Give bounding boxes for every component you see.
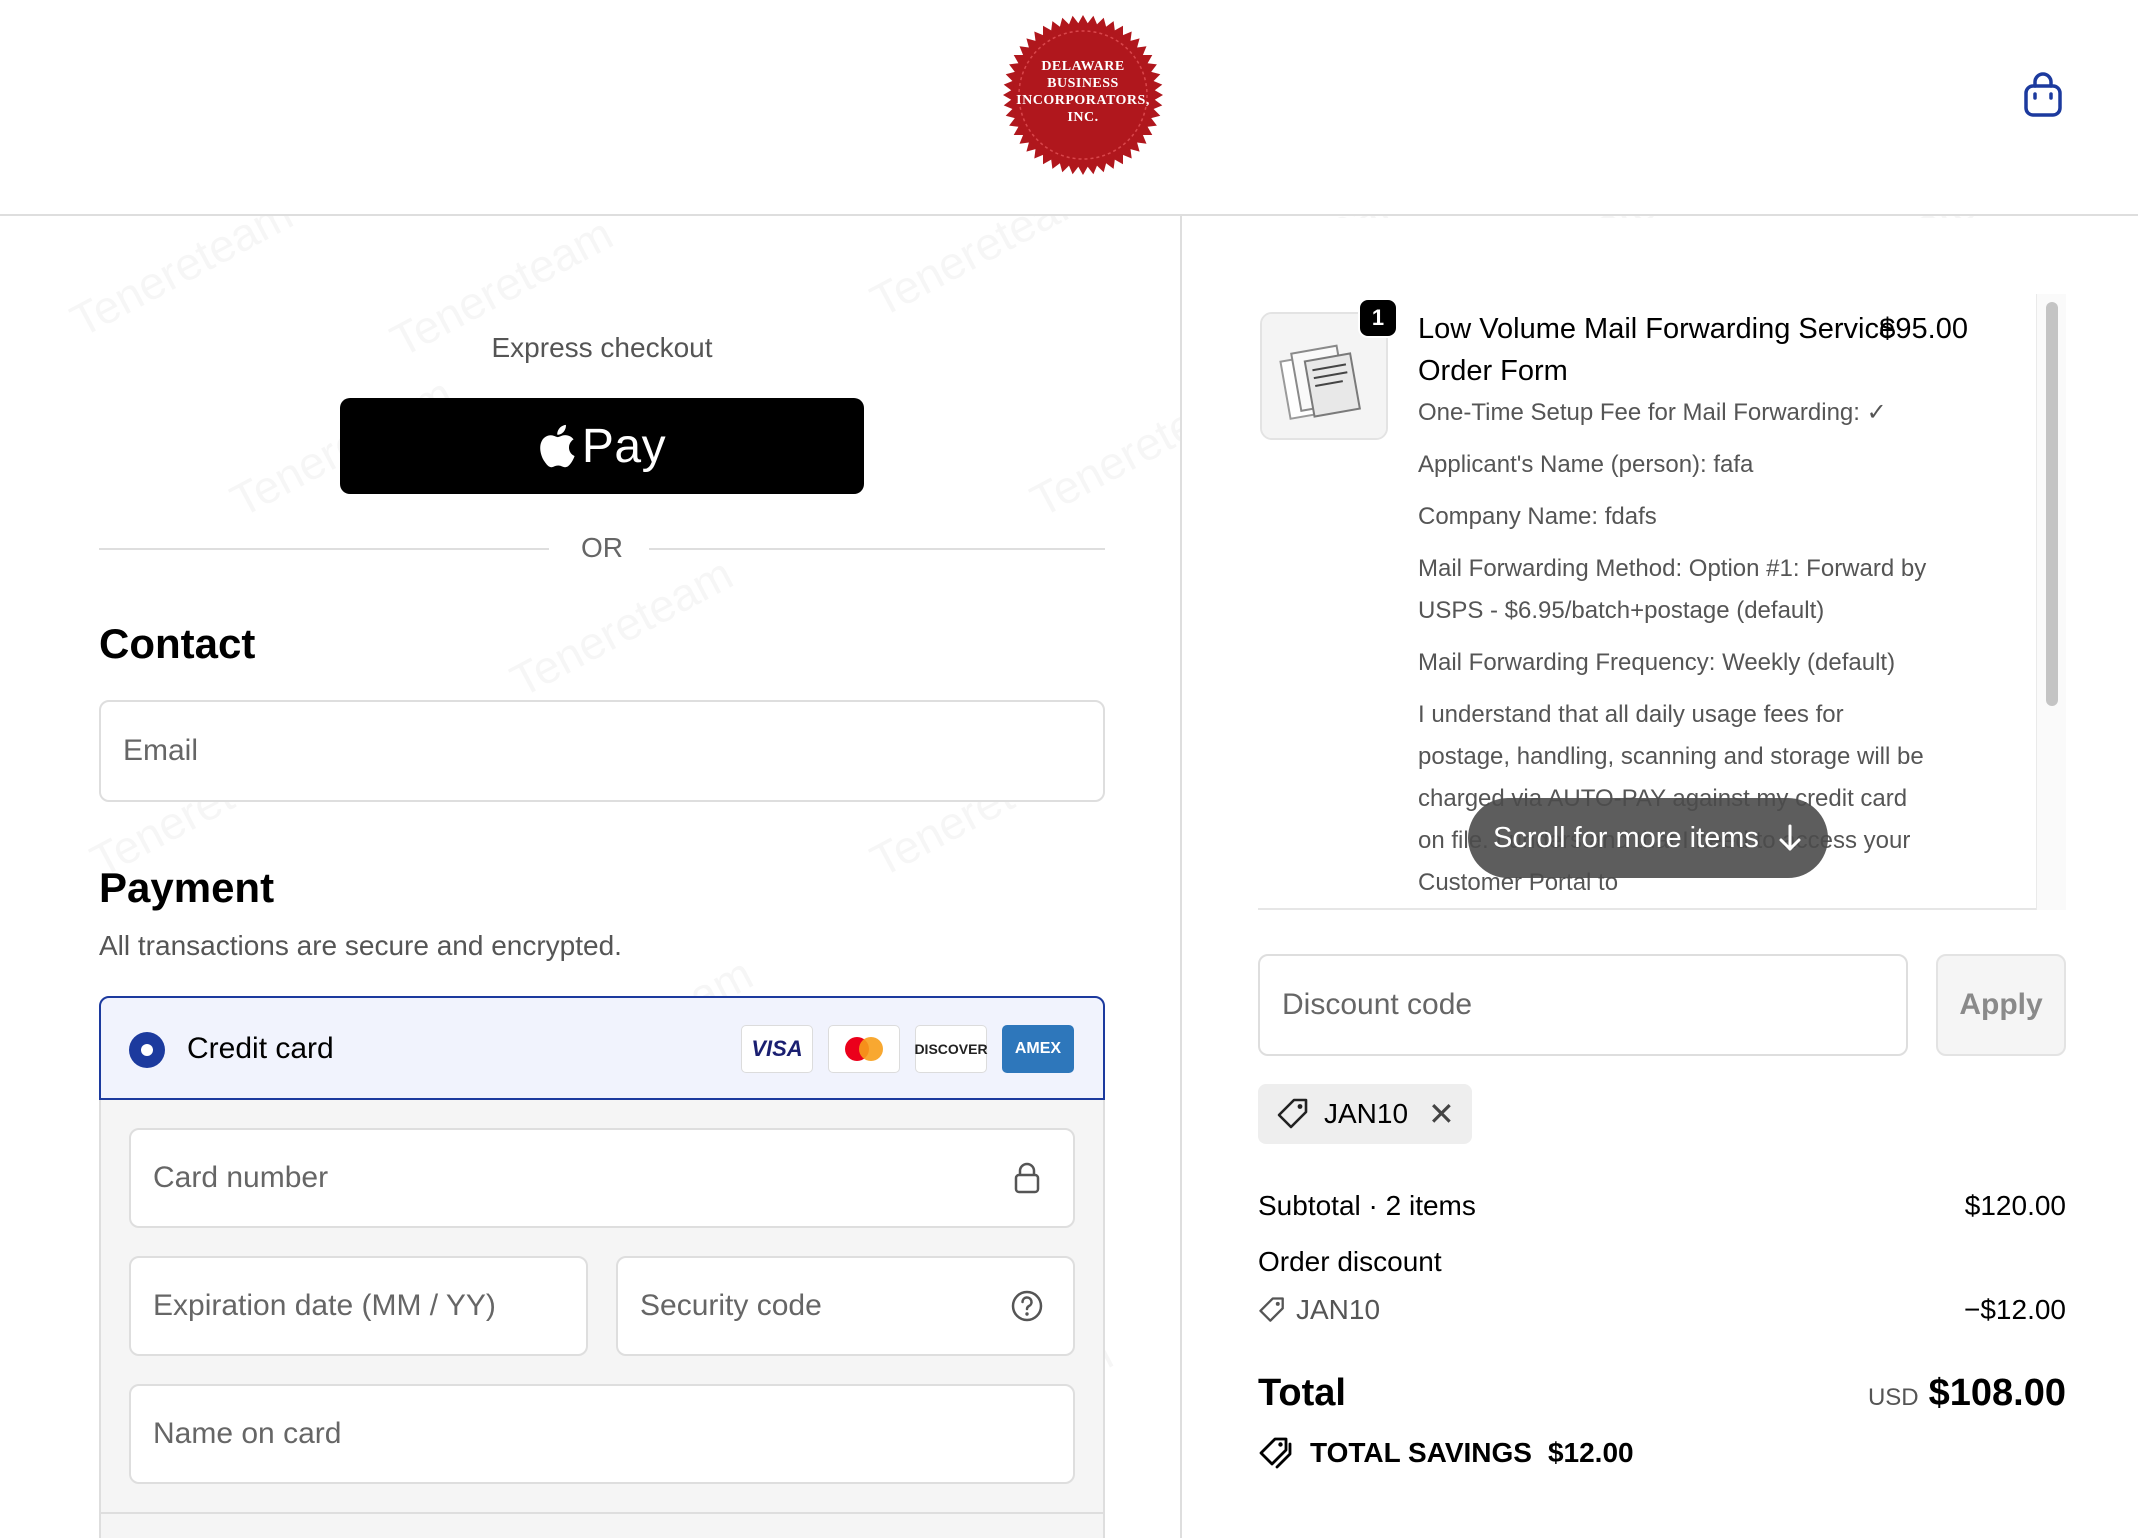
- apple-icon: [540, 424, 575, 468]
- discount-code-field[interactable]: Discount code: [1258, 954, 1908, 1056]
- logo-text: DELAWARE BUSINESS INCORPORATORS, INC.: [1016, 59, 1150, 125]
- expiration-date-field[interactable]: Expiration date (MM / YY): [129, 1256, 588, 1356]
- credit-card-option[interactable]: Credit card VISA DISCOVER AMEX: [99, 996, 1105, 1100]
- quantity-badge: 1: [1358, 298, 1398, 338]
- email-placeholder: Email: [123, 734, 199, 767]
- lock-icon: [1014, 1162, 1040, 1194]
- scrollbar-thumb[interactable]: [2046, 302, 2058, 706]
- column-divider: [1180, 216, 1182, 1538]
- total-label: Total: [1258, 1372, 1346, 1414]
- item-price: $95.00: [1879, 313, 1968, 345]
- payment-heading: Payment: [99, 864, 275, 911]
- order-discount-label: Order discount: [1258, 1246, 1442, 1277]
- item-property: One-Time Setup Fee for Mail Forwarding: …: [1418, 399, 1887, 426]
- divider-line: [649, 548, 1105, 550]
- tag-icon: [1259, 1297, 1284, 1322]
- tags-icon: [1259, 1437, 1292, 1469]
- apple-pay-label: Pay: [581, 419, 667, 473]
- savings-label: TOTAL SAVINGS: [1310, 1437, 1532, 1468]
- total-amount: USD $108.00: [1868, 1372, 2066, 1415]
- card-number-field[interactable]: Card number: [129, 1128, 1075, 1228]
- item-name: Low Volume Mail Forwarding Service Order…: [1418, 313, 1896, 387]
- subtotal-label: Subtotal · 2 items: [1258, 1190, 1476, 1221]
- header: DELAWARE BUSINESS INCORPORATORS, INC.: [0, 0, 2138, 216]
- subtotal-value: $120.00: [1964, 1190, 2066, 1221]
- credit-card-radio[interactable]: [129, 1032, 165, 1068]
- apple-pay-button[interactable]: Pay: [340, 398, 864, 494]
- apply-discount-button[interactable]: Apply: [1936, 954, 2066, 1056]
- payment-subtitle: All transactions are secure and encrypte…: [99, 930, 622, 961]
- help-icon[interactable]: [1009, 1288, 1045, 1324]
- total-row: Total USD $108.00: [1258, 1372, 2066, 1415]
- applied-discount-chip: JAN10 ✕: [1258, 1084, 1472, 1144]
- subtotal-row: Subtotal · 2 items $120.00: [1258, 1190, 2066, 1222]
- arrow-down-icon: [1779, 824, 1801, 851]
- currency-label: USD: [1867, 1384, 1919, 1411]
- visa-icon: VISA: [741, 1025, 813, 1073]
- total-value: $108.00: [1928, 1372, 2066, 1414]
- shopping-bag-icon: [2024, 72, 2062, 117]
- discount-placeholder: Discount code: [1282, 988, 1473, 1021]
- discount-code-row: JAN10 −$12.00: [1258, 1294, 2066, 1326]
- mastercard-icon: [828, 1025, 900, 1073]
- email-field[interactable]: Email: [99, 700, 1105, 802]
- applied-code-label: JAN10: [1324, 1098, 1409, 1129]
- cart-button[interactable]: [2018, 70, 2068, 120]
- scroll-for-more-button[interactable]: Scroll for more items: [1468, 798, 1828, 878]
- discount-value: −$12.00: [1964, 1294, 2066, 1325]
- name-on-card-field[interactable]: Name on card: [129, 1384, 1075, 1484]
- expiration-placeholder: Expiration date (MM / YY): [153, 1289, 496, 1322]
- total-savings: TOTAL SAVINGS $12.00: [1258, 1436, 1634, 1470]
- or-separator: OR: [99, 528, 1105, 568]
- remove-discount-icon[interactable]: ✕: [1428, 1095, 1455, 1133]
- express-checkout-label: Express checkout: [491, 332, 713, 363]
- item-property: Applicant's Name (person): fafa: [1418, 451, 1754, 478]
- name-on-card-placeholder: Name on card: [153, 1417, 342, 1450]
- discount-code-label: JAN10: [1296, 1294, 1381, 1325]
- item-property: Mail Forwarding Frequency: Weekly (defau…: [1418, 649, 1896, 676]
- security-code-placeholder: Security code: [640, 1289, 822, 1322]
- amex-icon: AMEX: [1002, 1025, 1074, 1073]
- scroll-hint-label: Scroll for more items: [1493, 821, 1759, 854]
- order-discount-row: Order discount: [1258, 1246, 2066, 1278]
- savings-value: $12.00: [1547, 1437, 1634, 1468]
- contact-heading: Contact: [99, 620, 256, 667]
- panel-divider: [99, 1512, 1105, 1514]
- security-code-field[interactable]: Security code: [616, 1256, 1075, 1356]
- card-number-placeholder: Card number: [153, 1161, 329, 1194]
- item-property: Mail Forwarding Method: Option #1: Forwa…: [1418, 555, 1927, 624]
- discover-icon: DISCOVER: [914, 1025, 988, 1073]
- credit-card-label: Credit card: [187, 1032, 334, 1065]
- item-property: Company Name: fdafs: [1418, 503, 1657, 530]
- tag-icon: [1277, 1098, 1308, 1129]
